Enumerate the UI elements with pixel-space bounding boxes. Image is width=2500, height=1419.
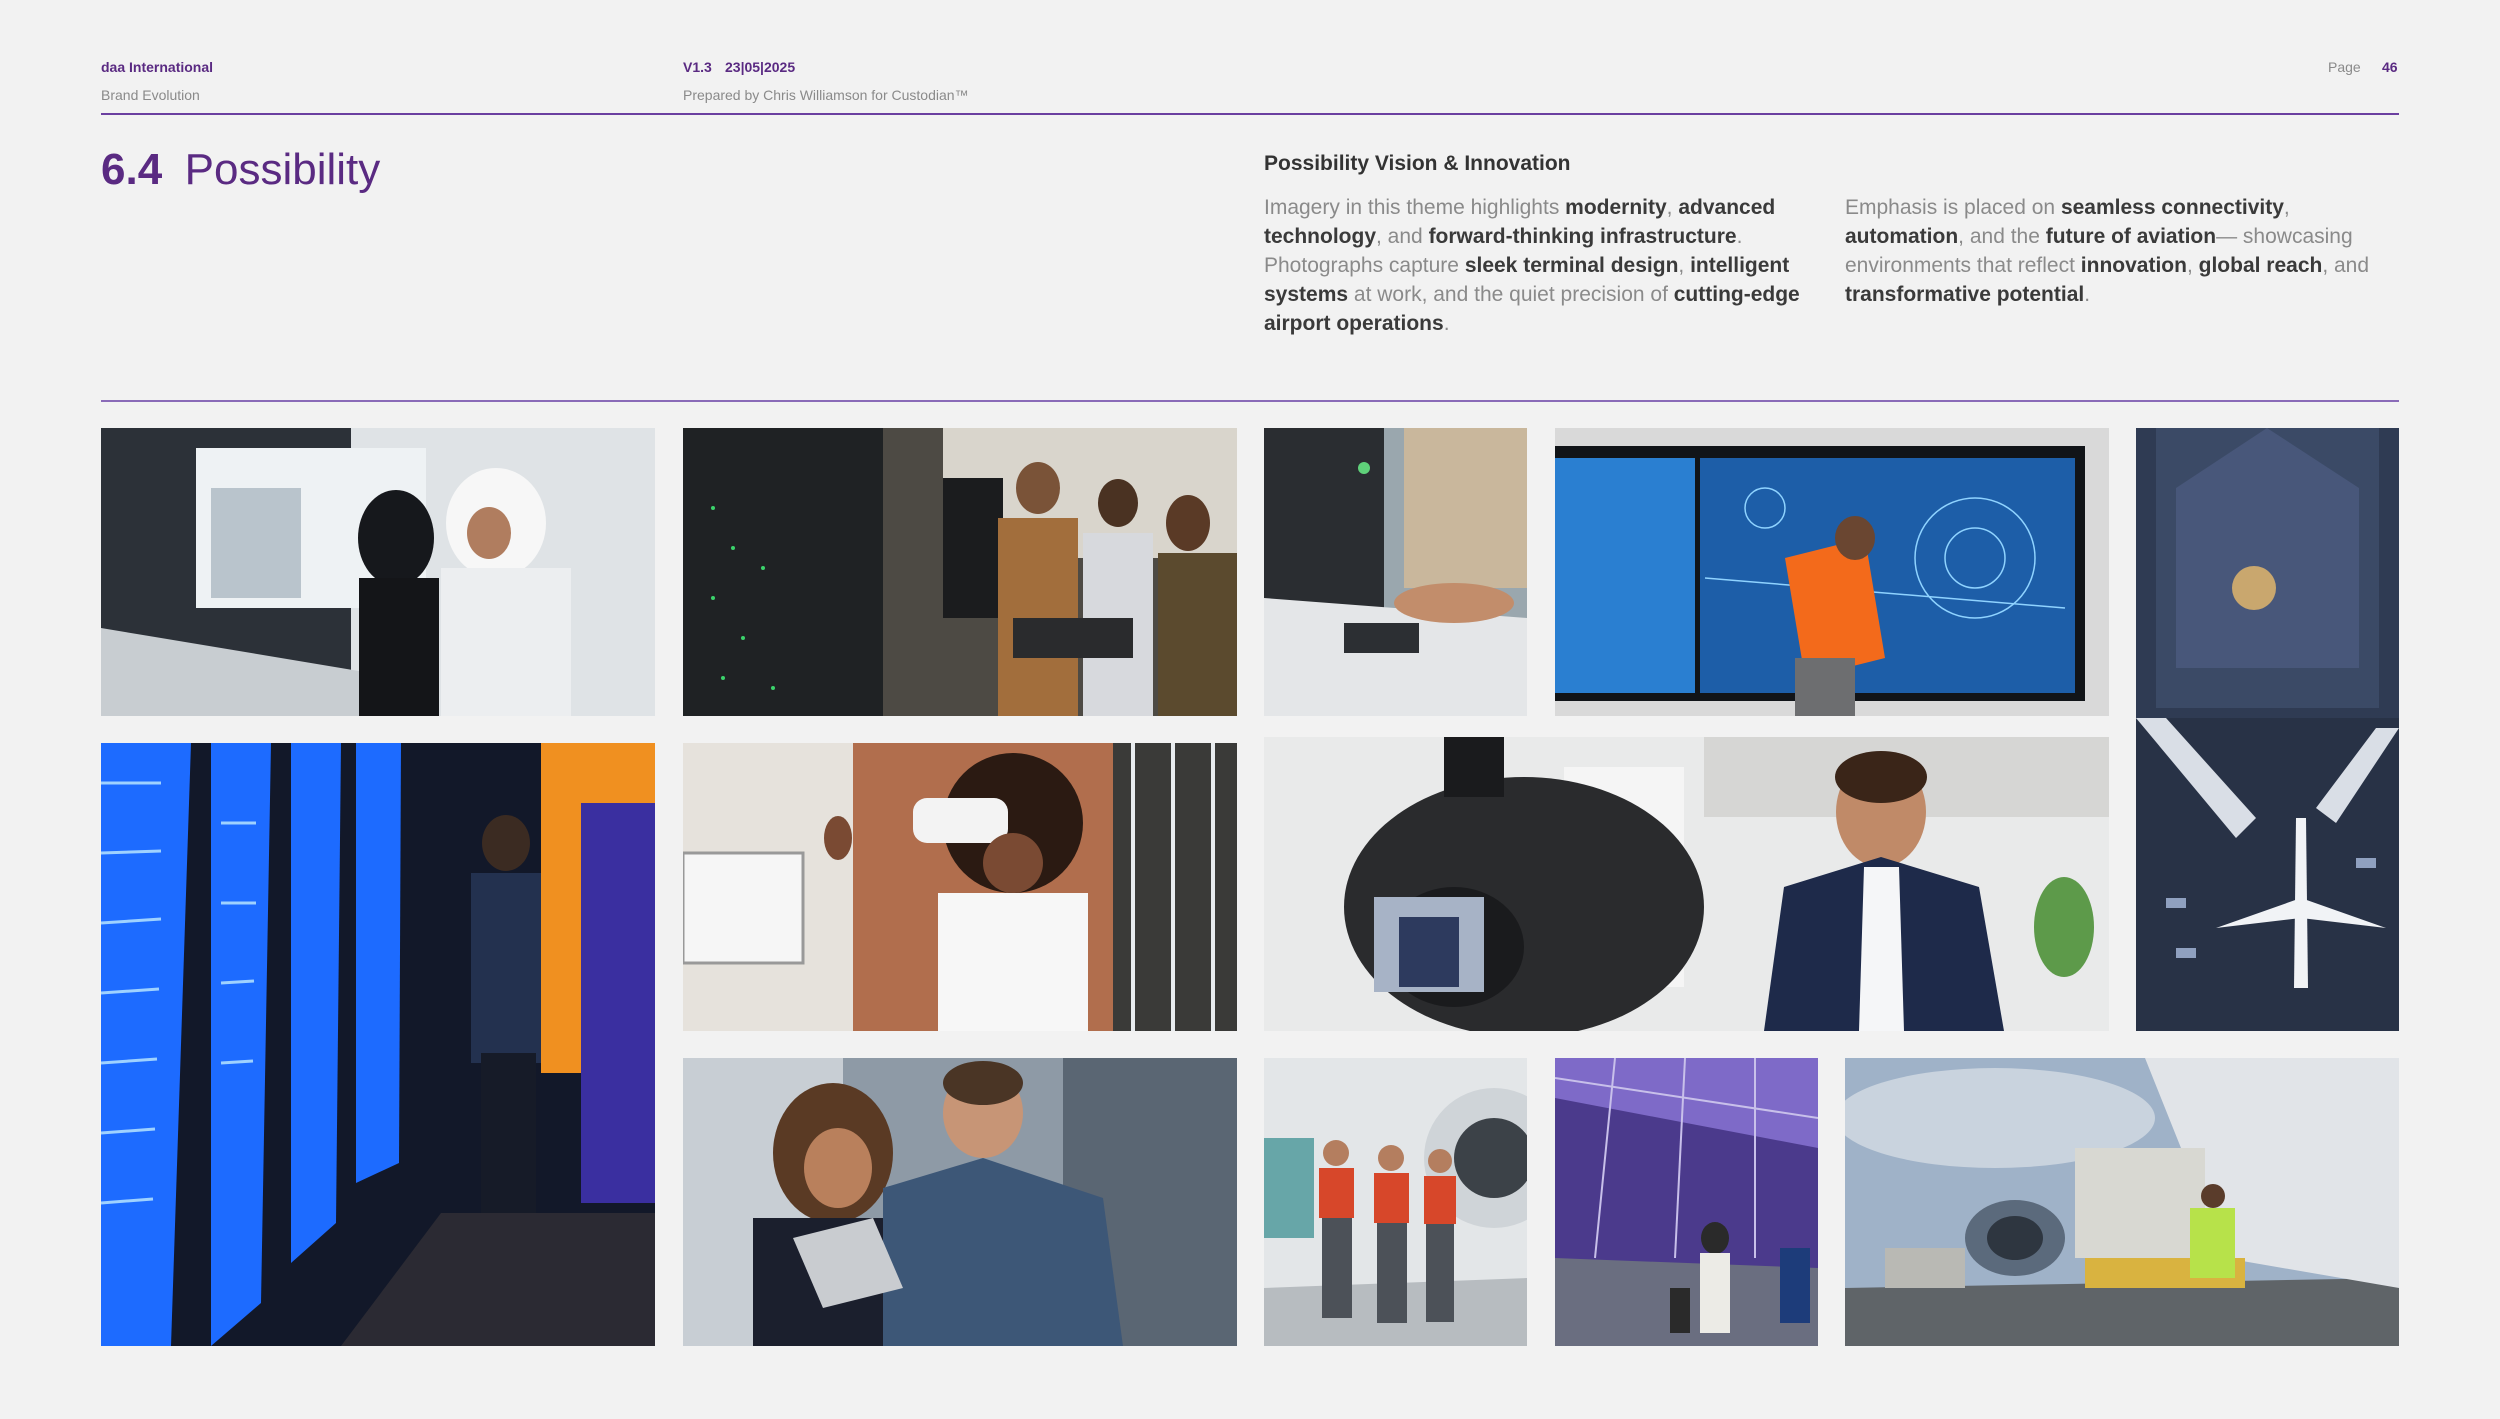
vision-paragraph-2: Emphasis is placed on seamless connectiv… — [1845, 193, 2401, 309]
photo-tablet-couple — [683, 1058, 1237, 1346]
emphasis-phrase: forward-thinking infrastructure — [1428, 225, 1737, 248]
emphasis-phrase: transformative potential — [1845, 283, 2085, 306]
text-run: . — [2084, 283, 2091, 306]
text-run: , and the — [1958, 225, 2046, 248]
emphasis-phrase: future of aviation — [2045, 225, 2217, 248]
emphasis-phrase: innovation — [2080, 254, 2187, 277]
emphasis-phrase: global reach — [2198, 254, 2323, 277]
version-label: V1.3 — [683, 59, 712, 75]
vision-paragraph-1: Imagery in this theme highlights moderni… — [1264, 193, 1820, 338]
photo-server-team — [683, 428, 1237, 716]
photo-datacenter-man — [101, 743, 655, 1346]
emphasis-phrase: automation — [1845, 225, 1959, 248]
photo-camera-presenter — [1264, 737, 2109, 1031]
emphasis-phrase: modernity — [1565, 196, 1667, 219]
text-run: Emphasis is placed on — [1845, 196, 2061, 219]
photo-radar-screen-worker — [1555, 428, 2109, 716]
photo-vr-woman — [683, 743, 1237, 1031]
text-run: , — [1666, 196, 1679, 219]
text-run: at work, and the quiet precision of — [1348, 283, 1674, 306]
prepared-by: Prepared by Chris Williamson for Custodi… — [683, 87, 969, 103]
text-run: , — [2283, 196, 2290, 219]
emphasis-phrase: sleek terminal design — [1464, 254, 1679, 277]
photo-engineers-walking — [1264, 1058, 1527, 1346]
text-run: Imagery in this theme highlights — [1264, 196, 1566, 219]
org-name: daa International — [101, 59, 214, 75]
photo-kiosk-couple — [101, 428, 655, 716]
vision-heading: Possibility Vision & Innovation — [1264, 152, 1571, 175]
section-title: Possibility — [184, 145, 381, 194]
date-label: 23|05|2025 — [725, 59, 796, 75]
photo-terminal-traveller — [1555, 1058, 1818, 1346]
photo-cargo-loading — [1845, 1058, 2399, 1346]
photo-aerial-airport — [2136, 428, 2399, 1031]
page-number: 46 — [2382, 59, 2398, 75]
header-divider — [101, 113, 2399, 115]
photo-card-scanner — [1264, 428, 1527, 716]
content-divider — [101, 400, 2399, 402]
text-run: , — [2186, 254, 2199, 277]
text-run: , and — [2322, 254, 2370, 277]
section-number: 6.4 — [101, 145, 163, 194]
document-name: Brand Evolution — [101, 87, 200, 103]
text-run: . — [1443, 312, 1450, 335]
section-heading: 6.4 Possibility — [101, 145, 380, 195]
emphasis-phrase: seamless connectivity — [2060, 196, 2284, 219]
text-run: , and — [1376, 225, 1429, 248]
text-run: , — [1678, 254, 1691, 277]
page-label: Page — [2328, 59, 2361, 75]
